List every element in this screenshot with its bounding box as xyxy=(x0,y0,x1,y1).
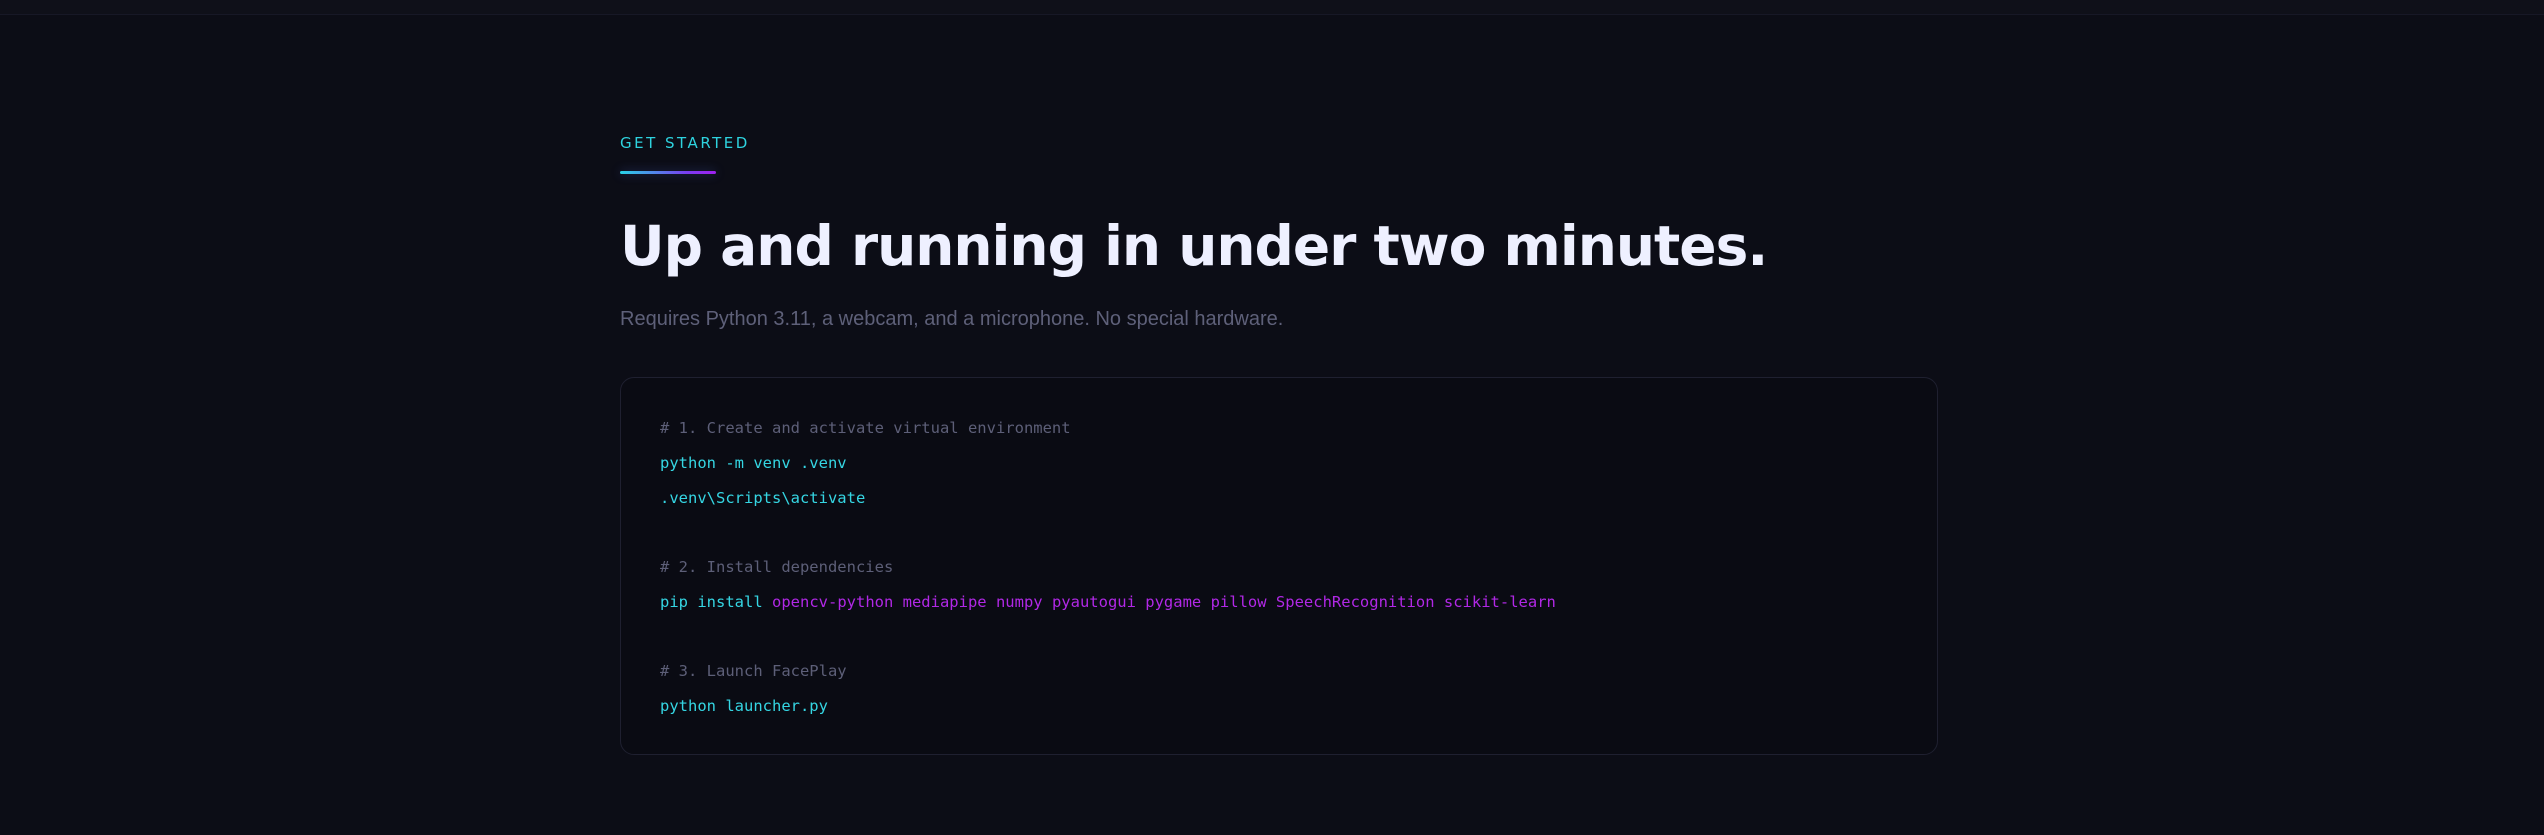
code-package-list: opencv-python mediapipe numpy pyautogui … xyxy=(772,593,1556,611)
section-eyebrow: GET STARTED xyxy=(620,134,750,152)
code-line-create-venv: python -m venv .venv xyxy=(660,454,847,472)
code-comment-step-2: # 2. Install dependencies xyxy=(660,558,894,576)
section-subtitle: Requires Python 3.11, a webcam, and a mi… xyxy=(620,308,1284,330)
eyebrow-gradient-underline xyxy=(620,171,716,174)
code-comment-step-3: # 3. Launch FacePlay xyxy=(660,662,847,680)
install-code-block[interactable]: # 1. Create and activate virtual environ… xyxy=(620,377,1938,755)
code-line-activate-venv: .venv\Scripts\activate xyxy=(660,489,866,507)
code-comment-step-1: # 1. Create and activate virtual environ… xyxy=(660,419,1071,437)
top-nav-bar xyxy=(0,0,2544,15)
code-pip-command: pip install xyxy=(660,593,763,611)
code-line-launch: python launcher.py xyxy=(660,697,828,715)
code-line-pip-install: pip install opencv-python mediapipe nump… xyxy=(660,592,1556,612)
section-title: Up and running in under two minutes. xyxy=(620,214,1768,278)
